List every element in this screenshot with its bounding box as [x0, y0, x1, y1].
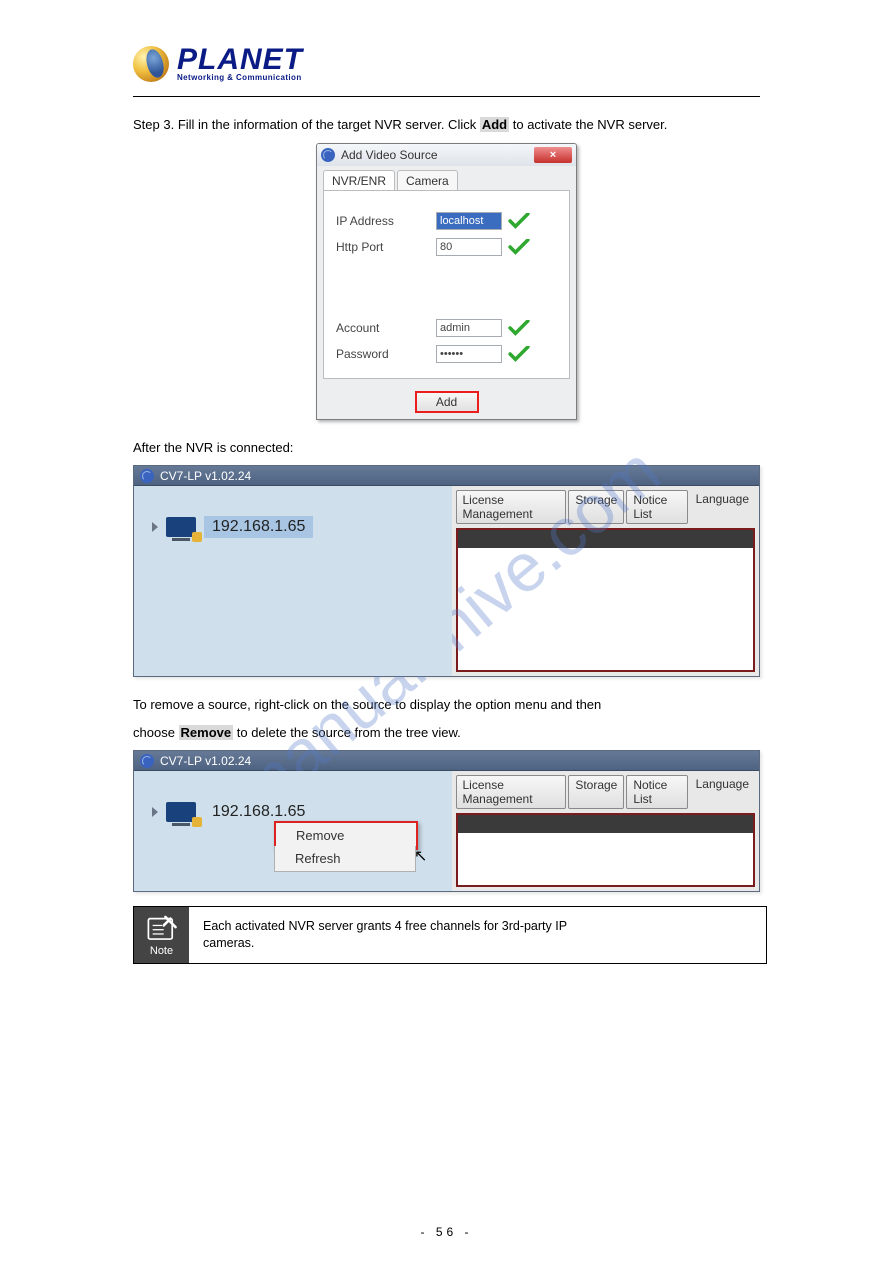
- note-line1: Each activated NVR server grants 4 free …: [203, 918, 752, 936]
- tab-camera[interactable]: Camera: [397, 170, 458, 190]
- after-add-text: After the NVR is connected:: [133, 438, 760, 458]
- dialog-titlebar: Add Video Source ×: [317, 144, 576, 166]
- tab-license-management[interactable]: License Management: [456, 490, 567, 524]
- remove-highlight: Remove: [179, 725, 234, 740]
- dialog-title: Add Video Source: [341, 148, 438, 162]
- cursor-icon: ↖: [414, 846, 427, 866]
- globe-icon: [133, 46, 169, 82]
- remove-text-b: to delete the source from the tree view.: [233, 725, 461, 740]
- app-icon: [140, 469, 154, 483]
- remove-paragraph-2: choose Remove to delete the source from …: [133, 723, 760, 743]
- expand-icon[interactable]: [152, 522, 158, 532]
- note-label: Note: [150, 945, 173, 957]
- tab-language[interactable]: Language: [690, 490, 755, 524]
- check-icon: [508, 239, 530, 255]
- remove-text-a: choose: [133, 725, 179, 740]
- app-icon: [140, 754, 154, 768]
- close-button[interactable]: ×: [534, 147, 572, 163]
- cv-titlebar: CV7-LP v1.02.24: [134, 466, 759, 486]
- tab-storage[interactable]: Storage: [568, 490, 624, 524]
- add-video-source-dialog: Add Video Source × NVR/ENR Camera IP Add…: [316, 143, 577, 420]
- note-line2: cameras.: [203, 935, 752, 953]
- server-icon: [166, 517, 196, 537]
- note-icon: [145, 913, 179, 943]
- tab-nvr-enr[interactable]: NVR/ENR: [323, 170, 395, 190]
- account-label: Account: [336, 321, 436, 335]
- note-callout: Note Each activated NVR server grants 4 …: [133, 906, 767, 964]
- brand-header: PLANET Networking & Communication: [133, 45, 760, 82]
- tree-item-label: 192.168.1.65: [204, 801, 313, 823]
- password-label: Password: [336, 347, 436, 361]
- context-menu-bottom: Refresh: [274, 846, 416, 872]
- dialog-tabs: NVR/ENR Camera: [323, 170, 570, 191]
- note-text: Each activated NVR server grants 4 free …: [189, 907, 766, 963]
- context-menu-refresh[interactable]: Refresh: [275, 846, 415, 871]
- ip-input[interactable]: localhost: [436, 212, 502, 230]
- tree-item-nvr[interactable]: 192.168.1.65: [152, 512, 452, 542]
- app-icon: [321, 148, 335, 162]
- step-text-b: to activate the NVR server.: [509, 117, 667, 132]
- tab-license-management[interactable]: License Management: [456, 775, 567, 809]
- brand-subtitle: Networking & Communication: [177, 73, 303, 82]
- cv-titlebar: CV7-LP v1.02.24: [134, 751, 759, 771]
- step-label: Step 3.: [133, 117, 174, 132]
- check-icon: [508, 346, 530, 362]
- cv-window-connected: CV7-LP v1.02.24 192.168.1.65 License Man…: [133, 465, 760, 677]
- step3-paragraph: Step 3. Fill in the information of the t…: [133, 115, 760, 135]
- tab-notice-list[interactable]: Notice List: [626, 490, 687, 524]
- port-label: Http Port: [336, 240, 436, 254]
- cv-window-contextmenu: CV7-LP v1.02.24 192.168.1.65 Remove Refr…: [133, 750, 760, 892]
- note-badge: Note: [134, 907, 189, 963]
- header-divider: [133, 96, 760, 97]
- page-number: - 56 -: [0, 1225, 893, 1239]
- right-panel: License Management Storage Notice List L…: [452, 486, 760, 676]
- device-tree[interactable]: 192.168.1.65: [134, 486, 452, 676]
- tab-notice-list[interactable]: Notice List: [626, 775, 687, 809]
- cv-title-text: CV7-LP v1.02.24: [160, 469, 251, 483]
- context-menu-remove[interactable]: Remove: [276, 823, 416, 848]
- check-icon: [508, 213, 530, 229]
- brand-title: PLANET: [177, 45, 303, 75]
- device-tree[interactable]: 192.168.1.65 Remove Refresh ↖: [134, 771, 452, 891]
- cv-title-text: CV7-LP v1.02.24: [160, 754, 251, 768]
- ip-label: IP Address: [336, 214, 436, 228]
- expand-icon[interactable]: [152, 807, 158, 817]
- account-input[interactable]: admin: [436, 319, 502, 337]
- tree-item-label: 192.168.1.65: [204, 516, 313, 538]
- add-button[interactable]: Add: [415, 391, 479, 413]
- server-icon: [166, 802, 196, 822]
- password-input[interactable]: ••••••: [436, 345, 502, 363]
- add-highlight: Add: [480, 117, 509, 132]
- check-icon: [508, 320, 530, 336]
- tab-language[interactable]: Language: [690, 775, 755, 809]
- right-panel: License Management Storage Notice List L…: [452, 771, 760, 891]
- port-input[interactable]: 80: [436, 238, 502, 256]
- tab-storage[interactable]: Storage: [568, 775, 624, 809]
- step-text-a: Fill in the information of the target NV…: [178, 117, 480, 132]
- remove-paragraph-1: To remove a source, right-click on the s…: [133, 695, 760, 715]
